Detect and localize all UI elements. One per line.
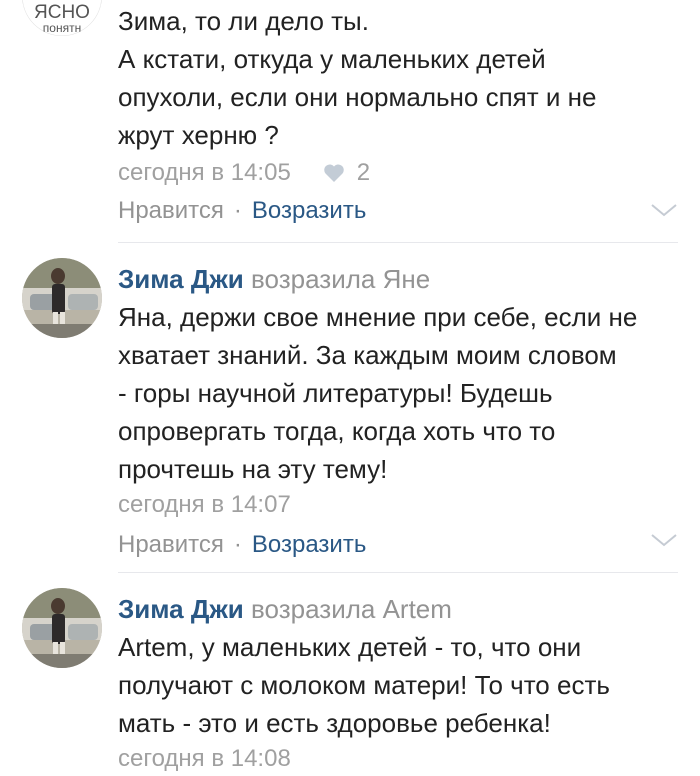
comment-timestamp: сегодня в 14:07 (118, 491, 291, 518)
chevron-down-icon[interactable] (650, 202, 678, 218)
heart-icon (324, 164, 344, 182)
user-photo-icon (22, 588, 102, 668)
divider (118, 242, 678, 243)
like-button[interactable]: Нравится (118, 528, 224, 562)
author-name[interactable]: Зима Джи (118, 264, 244, 294)
like-count[interactable]: 2 (323, 156, 370, 190)
reply-button[interactable]: Возразить (252, 528, 366, 562)
author-name[interactable]: Зима Джи (118, 594, 244, 624)
chevron-down-icon[interactable] (650, 532, 678, 548)
separator-dot: · (233, 531, 242, 558)
comment-text: Artem, у маленьких детей - то, что они п… (118, 632, 610, 738)
group-logo-icon: ЯК ЯСНО понятн (22, 0, 102, 36)
comment-header: Зима Джи возразила Яне (118, 260, 676, 298)
avatar[interactable]: ЯК ЯСНО понятн (22, 0, 102, 36)
avatar[interactable] (22, 588, 102, 668)
comment-timestamp: сегодня в 14:05 (118, 159, 291, 186)
avatar-text-2: понятн (43, 21, 81, 35)
reply-target[interactable]: возразила Яне (251, 264, 430, 294)
reply-target[interactable]: возразила Artem (251, 594, 452, 624)
avatar-text-1: ЯСНО (34, 2, 90, 23)
divider (118, 572, 678, 573)
reply-button[interactable]: Возразить (252, 194, 366, 228)
user-photo-icon (22, 258, 102, 338)
comment-text: Яна, держи свое мнение при себе, если не… (118, 302, 638, 484)
comment-text: Зима, то ли дело ты. А кстати, откуда у … (118, 6, 597, 150)
like-button[interactable]: Нравится (118, 194, 224, 228)
separator-dot: · (233, 197, 242, 224)
avatar[interactable] (22, 258, 102, 338)
comment-header: Зима Джи возразила Artem (118, 590, 676, 628)
comment-timestamp: сегодня в 14:08 (118, 745, 291, 772)
